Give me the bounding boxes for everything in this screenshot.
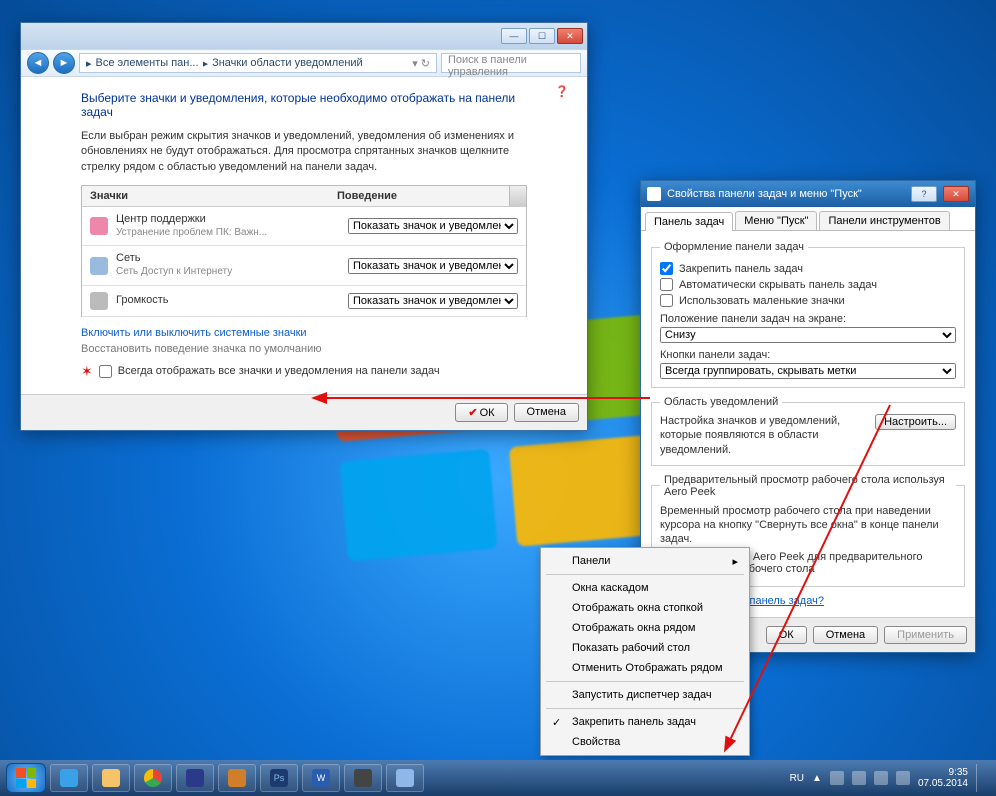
col-icons: Значки [82,186,329,206]
highlight-star-icon: ✶ [81,363,93,380]
configure-button[interactable]: Настроить... [875,414,956,430]
link-system-icons[interactable]: Включить или выключить системные значки [81,327,527,339]
tray-icon[interactable] [830,771,844,785]
close-button[interactable]: ✕ [557,28,583,44]
chk-small-icons[interactable] [660,294,673,307]
close-button[interactable]: ✕ [943,186,969,202]
ctx-item[interactable]: Свойства [544,732,746,752]
taskbar-app1[interactable] [176,764,214,792]
cancel-button[interactable]: Отмена [813,626,878,644]
volume-icon [90,292,108,310]
volume-icon[interactable] [896,771,910,785]
crumb-1[interactable]: Все элементы пан... [96,57,199,69]
ctx-item[interactable]: Окна каскадом [544,578,746,598]
page-desc: Если выбран режим скрытия значков и увед… [81,129,527,175]
scrollbar-thumb[interactable] [509,186,526,206]
titlebar[interactable]: — ☐ ✕ [21,23,587,49]
cancel-button[interactable]: Отмена [514,403,579,422]
minimize-button[interactable]: — [501,28,527,44]
behavior-select[interactable]: Показать значок и уведомления [348,258,518,274]
crumb-2[interactable]: Значки области уведомлений [212,57,363,69]
notification-area-window: — ☐ ✕ ◄ ► ▸ Все элементы пан... ▸ Значки… [20,22,588,431]
clock[interactable]: 9:35 07.05.2014 [918,767,968,789]
tray-up-icon[interactable]: ▲ [812,773,822,784]
tab-start-menu[interactable]: Меню "Пуск" [735,211,817,230]
taskbar-app2[interactable] [218,764,256,792]
table-row: СетьСеть Доступ к Интернету Показать зна… [82,246,526,285]
always-show-label: Всегда отображать все значки и уведомлен… [118,365,440,377]
ctx-item[interactable]: Показать рабочий стол [544,638,746,658]
behavior-select[interactable]: Показать значок и уведомления [348,218,518,234]
ctx-item[interactable]: Панели [544,551,746,571]
taskbar-app3[interactable] [344,764,382,792]
link-restore-defaults[interactable]: Восстановить поведение значка по умолчан… [81,343,527,355]
system-tray[interactable]: RU ▲ 9:35 07.05.2014 [790,764,990,792]
nav-bar: ◄ ► ▸ Все элементы пан... ▸ Значки облас… [21,49,587,77]
lang-indicator[interactable]: RU [790,773,804,784]
window-title: Свойства панели задач и меню "Пуск" [667,188,862,200]
chk-autohide[interactable] [660,278,673,291]
apply-button[interactable]: Применить [884,626,967,644]
network-icon[interactable] [874,771,888,785]
ok-button[interactable]: ОК [766,626,807,644]
network-icon [90,257,108,275]
ctx-item[interactable]: Запустить диспетчер задач [544,685,746,705]
fs-peek: Предварительный просмотр рабочего стола … [660,474,956,498]
back-button[interactable]: ◄ [27,52,49,74]
ctx-item[interactable]: Отображать окна рядом [544,618,746,638]
ctx-item[interactable]: Закрепить панель задач [544,712,746,732]
table-row: Центр поддержкиУстранение проблем ПК: Ва… [82,207,526,246]
help-icon[interactable]: ❓ [555,85,569,98]
tab-taskbar[interactable]: Панель задач [645,212,733,231]
taskbar[interactable]: Ps W RU ▲ 9:35 07.05.2014 [0,760,996,796]
maximize-button[interactable]: ☐ [529,28,555,44]
action-center-icon [90,217,108,235]
fs-notif: Область уведомлений [660,396,782,408]
taskbar-control-panel[interactable] [386,764,424,792]
select-position[interactable]: Снизу [660,327,956,343]
fs-appearance: Оформление панели задач [660,241,808,253]
ok-button[interactable]: ✔ОК [455,403,507,422]
help-button[interactable]: ? [911,186,937,202]
table-row: Громкость Показать значок и уведомления [82,286,526,317]
col-behavior: Поведение [329,186,509,206]
icon-table: Значки Поведение Центр поддержкиУстранен… [81,185,527,317]
tabs: Панель задач Меню "Пуск" Панели инструме… [641,207,975,231]
show-desktop-button[interactable] [976,764,984,792]
always-show-checkbox[interactable] [99,365,112,378]
window-icon [647,187,661,201]
search-input[interactable]: Поиск в панели управления [441,53,581,73]
action-center-icon[interactable] [852,771,866,785]
taskbar-context-menu: Панели Окна каскадомОтображать окна стопк… [540,547,750,756]
taskbar-ie[interactable] [50,764,88,792]
select-buttons[interactable]: Всегда группировать, скрывать метки [660,363,956,379]
page-title: Выберите значки и уведомления, которые н… [81,91,527,119]
ctx-item[interactable]: Отображать окна стопкой [544,598,746,618]
taskbar-explorer[interactable] [92,764,130,792]
breadcrumb[interactable]: ▸ Все элементы пан... ▸ Значки области у… [79,53,437,73]
taskbar-photoshop[interactable]: Ps [260,764,298,792]
taskbar-chrome[interactable] [134,764,172,792]
forward-button[interactable]: ► [53,52,75,74]
tab-toolbars[interactable]: Панели инструментов [819,211,949,230]
chk-lock[interactable] [660,262,673,275]
taskbar-word[interactable]: W [302,764,340,792]
behavior-select[interactable]: Показать значок и уведомления [348,293,518,309]
start-button[interactable] [6,763,46,793]
ctx-item[interactable]: Отменить Отображать рядом [544,658,746,678]
